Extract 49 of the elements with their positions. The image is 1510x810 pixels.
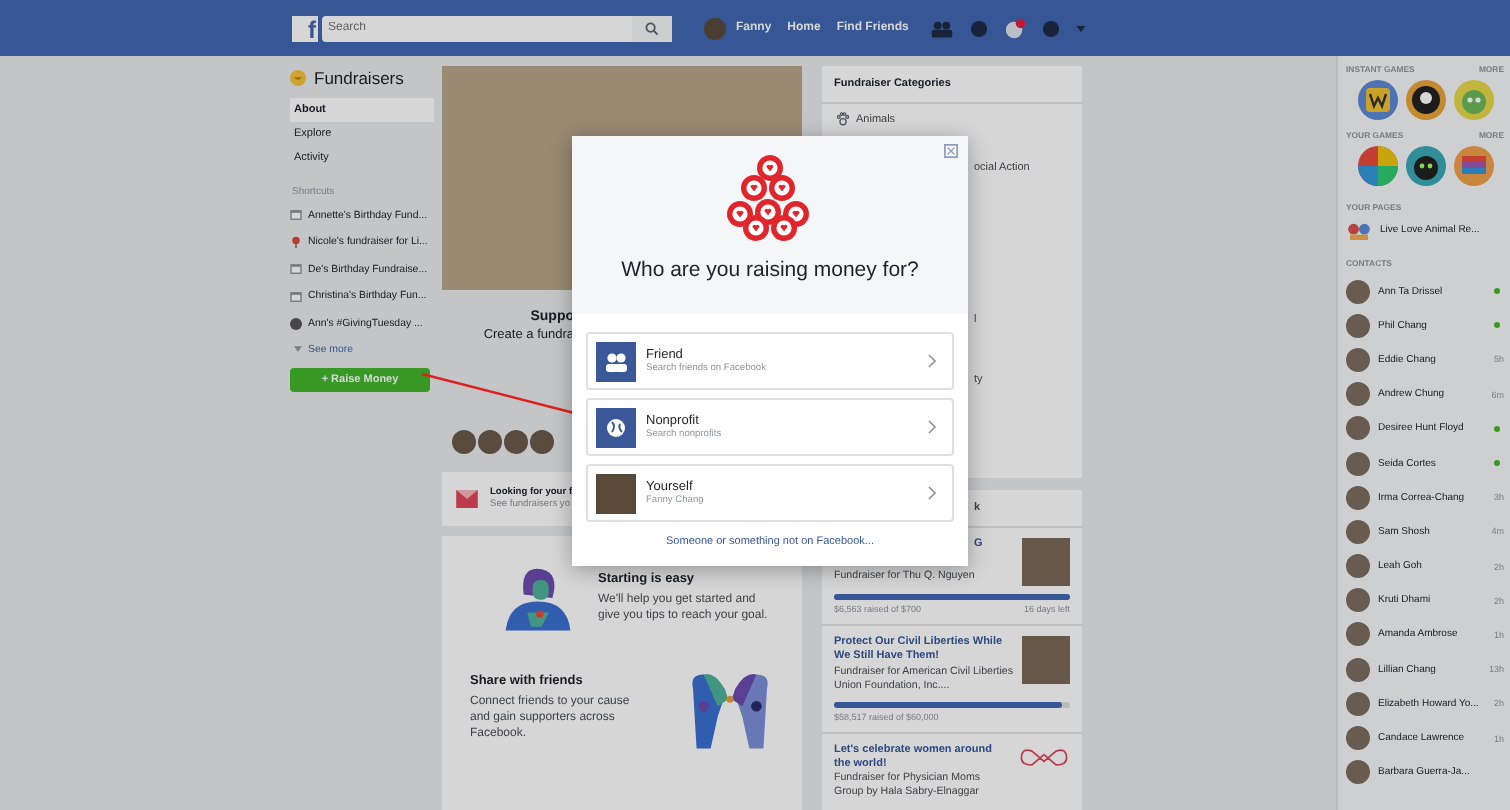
hearts-logo-icon bbox=[1346, 221, 1372, 239]
avatar bbox=[1346, 451, 1370, 476]
envelope-icon bbox=[456, 490, 478, 508]
avatar bbox=[504, 430, 528, 454]
photo-placeholder bbox=[596, 473, 636, 513]
chevron-icon bbox=[928, 486, 936, 500]
avatar bbox=[1346, 588, 1370, 613]
heart-logo-icon bbox=[1018, 743, 1070, 772]
logo[interactable]: f bbox=[292, 15, 318, 41]
avatar bbox=[1346, 347, 1370, 372]
close-icon[interactable] bbox=[944, 144, 958, 158]
avatar bbox=[478, 430, 502, 454]
photo-placeholder bbox=[1022, 538, 1070, 586]
avatar bbox=[1346, 691, 1370, 716]
paw-icon bbox=[836, 112, 850, 126]
avatar bbox=[290, 317, 302, 330]
dialog-title: Who are you raising money for? bbox=[621, 258, 919, 282]
avatar bbox=[1346, 657, 1370, 682]
avatar bbox=[1346, 554, 1370, 579]
avatar bbox=[1346, 279, 1370, 304]
avatar bbox=[1346, 382, 1370, 407]
globe-icon bbox=[596, 407, 636, 447]
globe-icon[interactable] bbox=[1004, 17, 1027, 39]
avatar bbox=[530, 430, 554, 454]
avatar bbox=[452, 430, 476, 454]
caret-icon bbox=[294, 346, 302, 352]
friends-icon bbox=[596, 341, 636, 381]
avatar bbox=[1346, 485, 1370, 510]
avatar bbox=[1346, 313, 1370, 338]
fundraiser-icon bbox=[290, 70, 306, 86]
avatar bbox=[1346, 760, 1370, 785]
calendar-icon bbox=[290, 291, 302, 302]
cake-icon[interactable] bbox=[1453, 146, 1493, 186]
calendar-icon bbox=[290, 264, 302, 275]
search-icon[interactable] bbox=[632, 15, 672, 41]
photo-placeholder bbox=[1022, 636, 1070, 684]
chevron-icon bbox=[928, 420, 936, 434]
page-title: Fundraisers bbox=[314, 68, 404, 88]
game-icon[interactable] bbox=[1357, 80, 1397, 120]
billiard-ball-icon[interactable] bbox=[1405, 80, 1445, 120]
pin-icon bbox=[290, 236, 302, 249]
calendar-icon bbox=[290, 210, 302, 221]
chevron-icon bbox=[928, 354, 936, 368]
caret-icon[interactable] bbox=[1076, 25, 1087, 31]
friends-icon[interactable] bbox=[930, 19, 955, 37]
avatar bbox=[1346, 726, 1370, 751]
avatar bbox=[1346, 622, 1370, 647]
avatar bbox=[1346, 416, 1370, 441]
avatar bbox=[1346, 519, 1370, 544]
